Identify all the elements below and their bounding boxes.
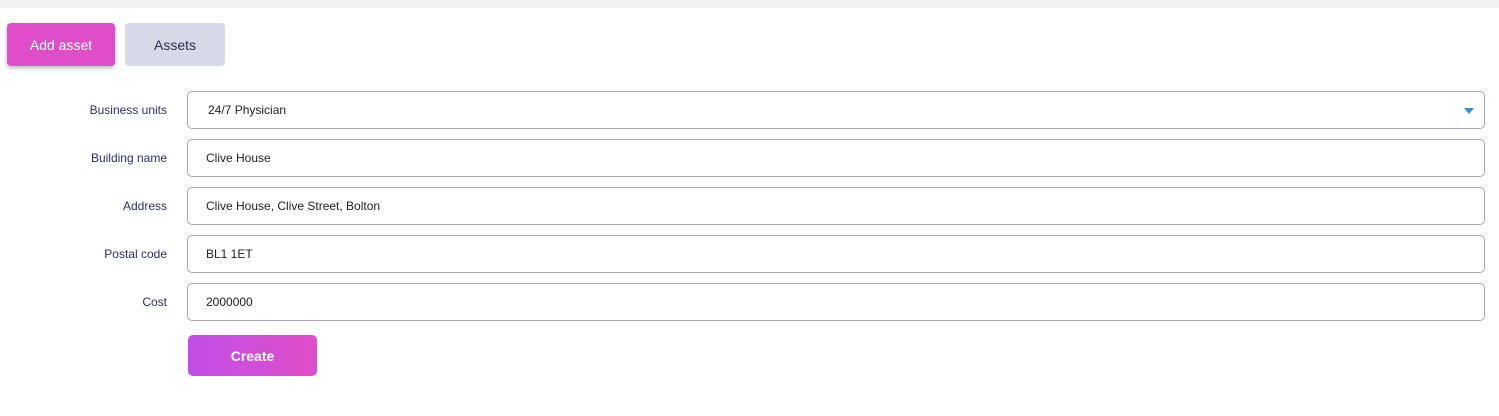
address-input[interactable] [187, 187, 1485, 225]
cost-label: Cost [142, 295, 167, 309]
business-units-row: Business units 24/7 Physician [0, 91, 1499, 129]
cost-input[interactable] [187, 283, 1485, 321]
create-button[interactable]: Create [188, 335, 317, 376]
cost-row: Cost [0, 283, 1499, 321]
building-name-label: Building name [90, 151, 167, 165]
business-units-label: Business units [89, 103, 167, 117]
assets-tab[interactable]: Assets [125, 23, 225, 66]
business-units-select[interactable]: 24/7 Physician [187, 91, 1485, 129]
postal-code-row: Postal code [0, 235, 1499, 273]
building-name-row: Building name [0, 139, 1499, 177]
postal-code-input[interactable] [187, 235, 1485, 273]
address-row: Address [0, 187, 1499, 225]
business-units-selected-value: 24/7 Physician [208, 103, 287, 117]
add-asset-tab[interactable]: Add asset [7, 23, 115, 66]
building-name-input[interactable] [187, 139, 1485, 177]
postal-code-label: Postal code [104, 247, 167, 261]
chevron-down-icon [1464, 108, 1474, 114]
address-label: Address [122, 199, 167, 213]
top-strip [0, 0, 1499, 8]
